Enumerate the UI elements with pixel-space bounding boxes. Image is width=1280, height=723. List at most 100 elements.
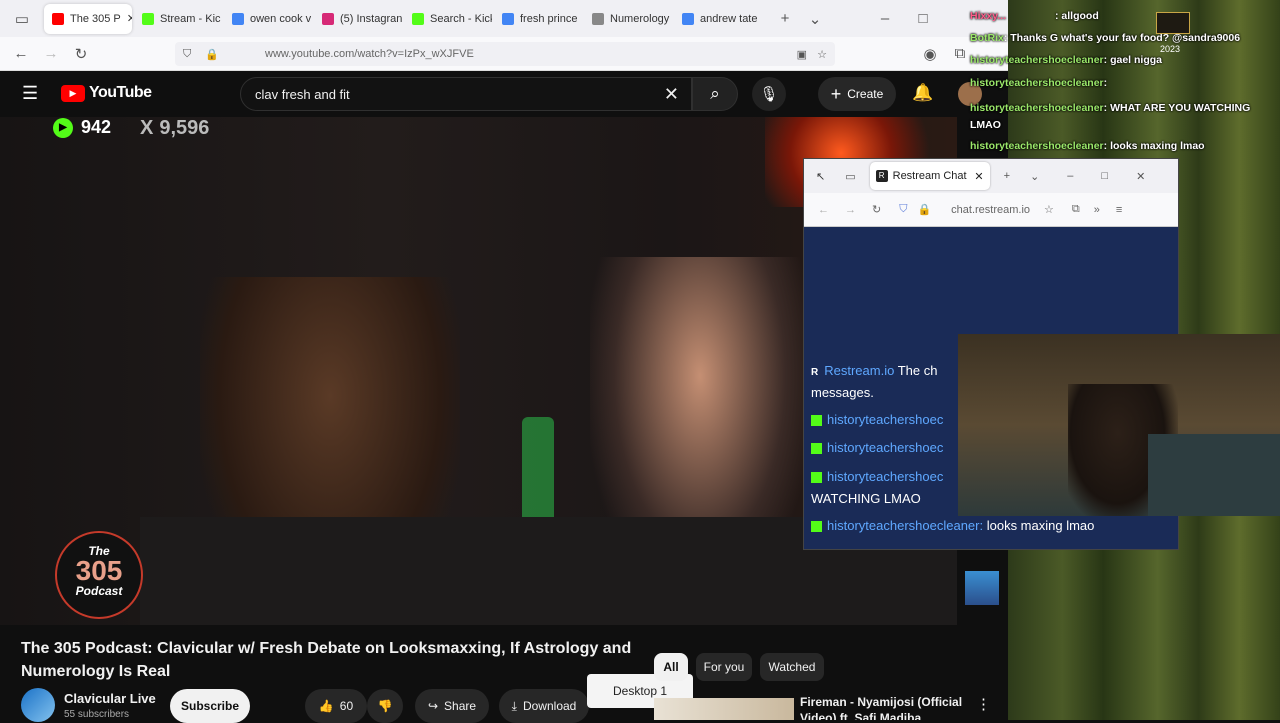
browser-tab[interactable]: Numerology [584, 4, 672, 34]
restream-message-text: WATCHING LMAO [811, 491, 921, 506]
tab-label: andrew tate [700, 12, 758, 25]
chip-all[interactable]: All [654, 653, 688, 681]
youtube-logo[interactable]: ▶ YouTube [61, 84, 152, 102]
bookmark-star-icon[interactable]: ☆ [817, 48, 827, 61]
overlay-mini-thumb [1156, 12, 1190, 34]
chip-for-you[interactable]: For you [696, 653, 752, 681]
overflow-icon[interactable]: » [1094, 204, 1100, 216]
dislike-button[interactable]: 👎 [367, 689, 403, 723]
tab-overview-icon[interactable]: ▭ [845, 170, 855, 183]
overlay-chat-text: LMAO [970, 119, 1001, 131]
overlay-chat-line: BotRix: Thanks G what's your fav food? @… [970, 32, 1240, 44]
share-icon: ↪ [427, 699, 439, 713]
create-button[interactable]: + Create [818, 77, 896, 111]
menu-icon[interactable]: ≡ [1116, 204, 1122, 216]
kick-icon [811, 443, 822, 455]
account-icon[interactable]: ◉ [915, 45, 945, 63]
browser-tab[interactable]: fresh prince [494, 4, 582, 34]
search-input[interactable]: clav fresh and fit ✕ [240, 77, 692, 111]
reload-icon[interactable]: ↻ [66, 45, 96, 63]
close-window-icon[interactable]: ✕ [1136, 170, 1145, 183]
tab-label: The 305 P [70, 12, 121, 25]
close-tab-icon[interactable]: ✕ [974, 170, 983, 183]
overlay-chat-line: historyteachershoecleaner: [970, 77, 1107, 89]
browser-tab[interactable]: The 305 P ✕ [44, 3, 132, 34]
subscriber-count: 55 subscribers [64, 709, 130, 720]
tab-favicon-icon [682, 12, 694, 25]
tab-label: (5) Instagran [340, 12, 402, 25]
browser-tab[interactable]: owen cook v [224, 4, 312, 34]
forward-icon[interactable]: → [845, 204, 856, 216]
kick-icon [811, 521, 822, 533]
youtube-header: ☰ ▶ YouTube clav fresh and fit ✕ ⌕ 🎙 + C… [0, 71, 1008, 117]
search-button[interactable]: ⌕ [692, 77, 738, 111]
maximize-icon[interactable]: □ [1101, 170, 1108, 182]
forward-icon[interactable]: → [36, 45, 66, 62]
overlay-chat-text: : WHAT ARE YOU WATCHING [1103, 102, 1251, 114]
like-button[interactable]: 👍 60 [305, 689, 367, 723]
restream-message-text: The ch [897, 363, 938, 378]
reload-icon[interactable]: ↻ [872, 203, 881, 216]
overlay-chat-line: LMAO [970, 119, 1001, 131]
kick-icon [811, 415, 822, 427]
kick-icon: ▶ [53, 117, 73, 138]
shield-icon: ⛉ [183, 47, 192, 60]
back-icon[interactable]: ← [6, 45, 36, 62]
browser-nav-bar: ← → ↻ ⛉ 🔒 www.youtube.com/watch?v=IzPx_w… [0, 37, 1008, 71]
more-options-icon[interactable]: ⋮ [976, 695, 991, 713]
channel-name[interactable]: Clavicular Live [64, 691, 156, 706]
menu-icon[interactable]: ☰ [22, 83, 38, 104]
browser-tab[interactable]: Search - Kick [404, 4, 492, 34]
overlay-chat-header: Hixxy... [970, 10, 1006, 22]
download-button[interactable]: ⤓ Download [499, 689, 589, 723]
microphone-icon[interactable]: 🎙 [752, 77, 786, 111]
extensions-icon[interactable]: ⧉ [1072, 203, 1080, 216]
overlay-chat-line: : allgood [1055, 10, 1099, 22]
new-tab-icon[interactable]: + [1004, 170, 1010, 182]
recommended-thumbnail[interactable] [654, 698, 794, 720]
tab-favicon-icon [322, 12, 334, 25]
subscribe-button[interactable]: Subscribe [170, 689, 250, 723]
minimize-icon[interactable]: – [870, 10, 900, 27]
lock-icon: 🔒 [205, 48, 219, 61]
back-icon[interactable]: ← [818, 204, 829, 216]
restream-username: historyteachershoec [827, 440, 944, 455]
chip-watched[interactable]: Watched [760, 653, 824, 681]
tab-label: Search - Kick [430, 12, 492, 25]
clear-search-icon[interactable]: ✕ [664, 84, 679, 105]
channel-avatar[interactable] [21, 688, 55, 722]
tab-list-chevron-icon[interactable]: ⌄ [800, 10, 830, 28]
tab-favicon-icon [52, 12, 64, 25]
tab-label: Numerology [610, 12, 670, 25]
address-bar[interactable]: ⛉ 🔒 www.youtube.com/watch?v=IzPx_wXJFVE … [175, 42, 835, 66]
minimize-icon[interactable]: – [1067, 170, 1073, 182]
restream-username: Restream.io [824, 363, 895, 378]
overlay-chat-text: : [1103, 77, 1108, 89]
overlay-chat-line: historyteachershoecleaner: looks maxing … [970, 140, 1205, 152]
notifications-bell-icon[interactable]: 🔔 [912, 83, 933, 103]
tab-label: owen cook v [250, 12, 312, 25]
tab-favicon-icon [412, 12, 424, 25]
overlay-chat-username: historyteachershoecleaner [970, 140, 1104, 152]
recommended-title-line1[interactable]: Fireman - Nyamijosi (Official [800, 695, 962, 709]
maximize-icon[interactable]: □ [908, 10, 938, 27]
kick-icon [811, 472, 822, 484]
browser-tab[interactable]: (5) Instagran [314, 4, 402, 34]
tab-list-icon[interactable]: ⌄ [1030, 170, 1039, 183]
share-button[interactable]: ↪ Share [415, 689, 489, 723]
recommended-title-line2[interactable]: Video) ft. Safi Madiba [800, 711, 921, 720]
restream-url[interactable]: chat.restream.io [951, 204, 1030, 216]
bookmark-star-icon[interactable]: ☆ [1044, 203, 1054, 216]
restream-tab[interactable]: R Restream Chat ✕ [869, 162, 990, 190]
tab-overview-icon[interactable]: ▭ [0, 10, 44, 28]
browser-tab[interactable]: Stream - Kic [134, 4, 222, 34]
restream-message: historyteachershoec [811, 412, 943, 427]
tab-favicon-icon [502, 12, 514, 25]
close-tab-icon[interactable]: ✕ [127, 12, 132, 25]
browser-tab[interactable]: andrew tate [674, 4, 762, 34]
tab-label: fresh prince [520, 12, 578, 25]
sidebar-avatar[interactable] [965, 571, 999, 605]
thumbs-down-icon: 👎 [377, 699, 393, 713]
picture-in-picture-icon[interactable]: ▣ [797, 48, 807, 61]
new-tab-icon[interactable]: + [770, 10, 800, 27]
